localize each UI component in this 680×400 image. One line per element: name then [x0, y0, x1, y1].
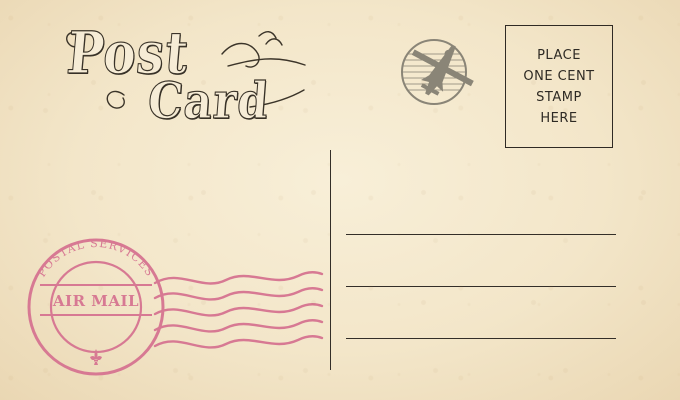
- postmark-center-text: AIR MAIL: [52, 292, 140, 310]
- vintage-postcard: Post Card PLACE ONE CENT STAMP HERE POST…: [0, 0, 680, 400]
- title-underline-swirl: [227, 58, 306, 67]
- stamp-line-place: PLACE: [537, 48, 581, 63]
- airplane-stamp-icon: [401, 39, 474, 105]
- postmark-top-text: POSTAL SERVICES: [35, 237, 157, 279]
- address-line-2: [346, 286, 616, 287]
- postmark-stamp: POSTAL SERVICES: [27, 237, 324, 376]
- address-line-1: [346, 234, 616, 235]
- card-left-flourish: [106, 90, 125, 109]
- upper-curl: [258, 31, 277, 39]
- address-line-3: [346, 338, 616, 339]
- stamp-line-one-cent: ONE CENT: [523, 69, 595, 84]
- upper-curl-small: [265, 38, 283, 46]
- stamp-line-here: HERE: [540, 111, 578, 126]
- stamp-placeholder-box: PLACE ONE CENT STAMP HERE: [505, 25, 613, 148]
- stamp-line-stamp: STAMP: [536, 90, 582, 105]
- postcard-title-card: Card: [145, 70, 272, 130]
